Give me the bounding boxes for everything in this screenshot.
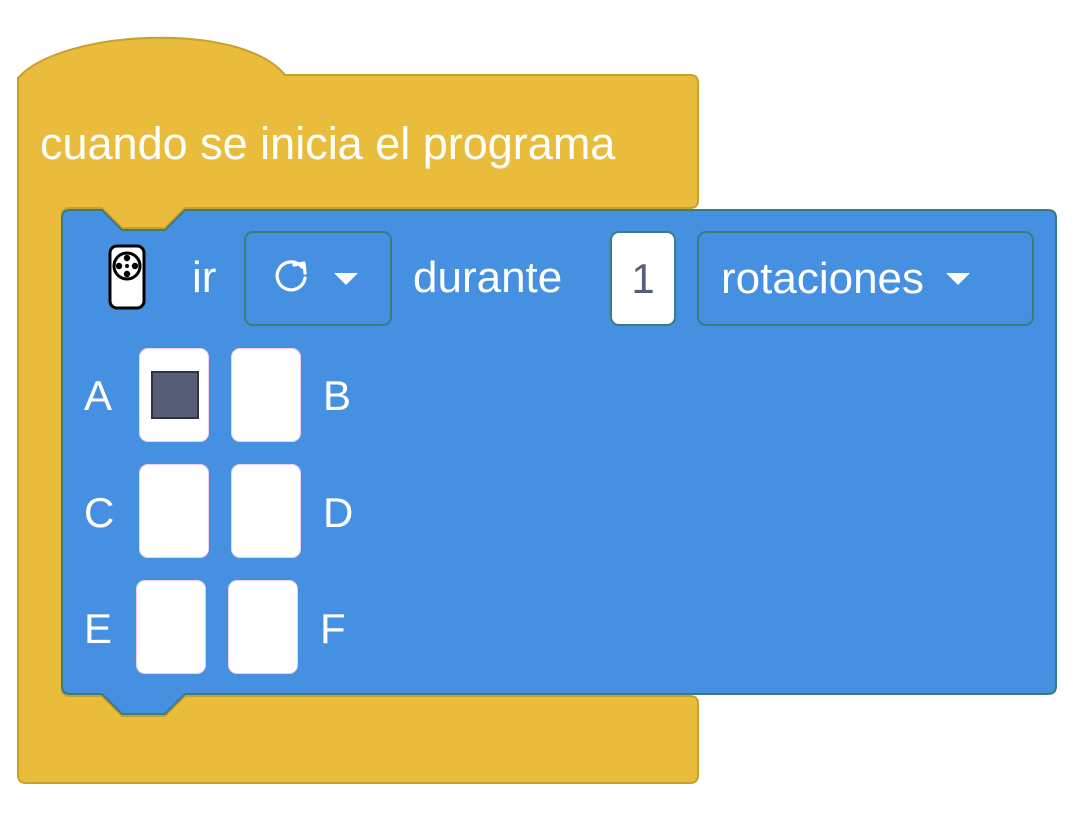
port-label-c: C xyxy=(84,489,115,536)
hat-block-label: cuando se inicia el programa xyxy=(40,118,616,169)
port-label-d: D xyxy=(323,489,354,536)
motor-icon xyxy=(108,244,146,315)
port-b-toggle[interactable] xyxy=(231,348,301,442)
unit-label: rotaciones xyxy=(721,253,925,303)
port-e-toggle[interactable] xyxy=(136,580,206,674)
port-c-toggle[interactable] xyxy=(139,464,209,558)
port-a-toggle[interactable] xyxy=(139,348,209,442)
port-label-e: E xyxy=(84,605,113,652)
amount-input[interactable]: 1 xyxy=(610,231,676,326)
port-label-a: A xyxy=(84,372,113,419)
chevron-down-icon xyxy=(946,272,971,285)
port-a-selected-indicator xyxy=(151,371,199,419)
port-label-f: F xyxy=(320,605,346,652)
chevron-down-icon xyxy=(334,272,358,285)
unit-dropdown[interactable]: rotaciones xyxy=(697,231,1034,326)
connector-label: durante xyxy=(413,253,563,302)
clockwise-arrow-icon xyxy=(272,257,310,300)
direction-dropdown[interactable] xyxy=(244,231,392,326)
verb-label: ir xyxy=(192,253,217,302)
port-label-b: B xyxy=(323,372,352,419)
port-f-toggle[interactable] xyxy=(228,580,298,674)
port-d-toggle[interactable] xyxy=(231,464,301,558)
